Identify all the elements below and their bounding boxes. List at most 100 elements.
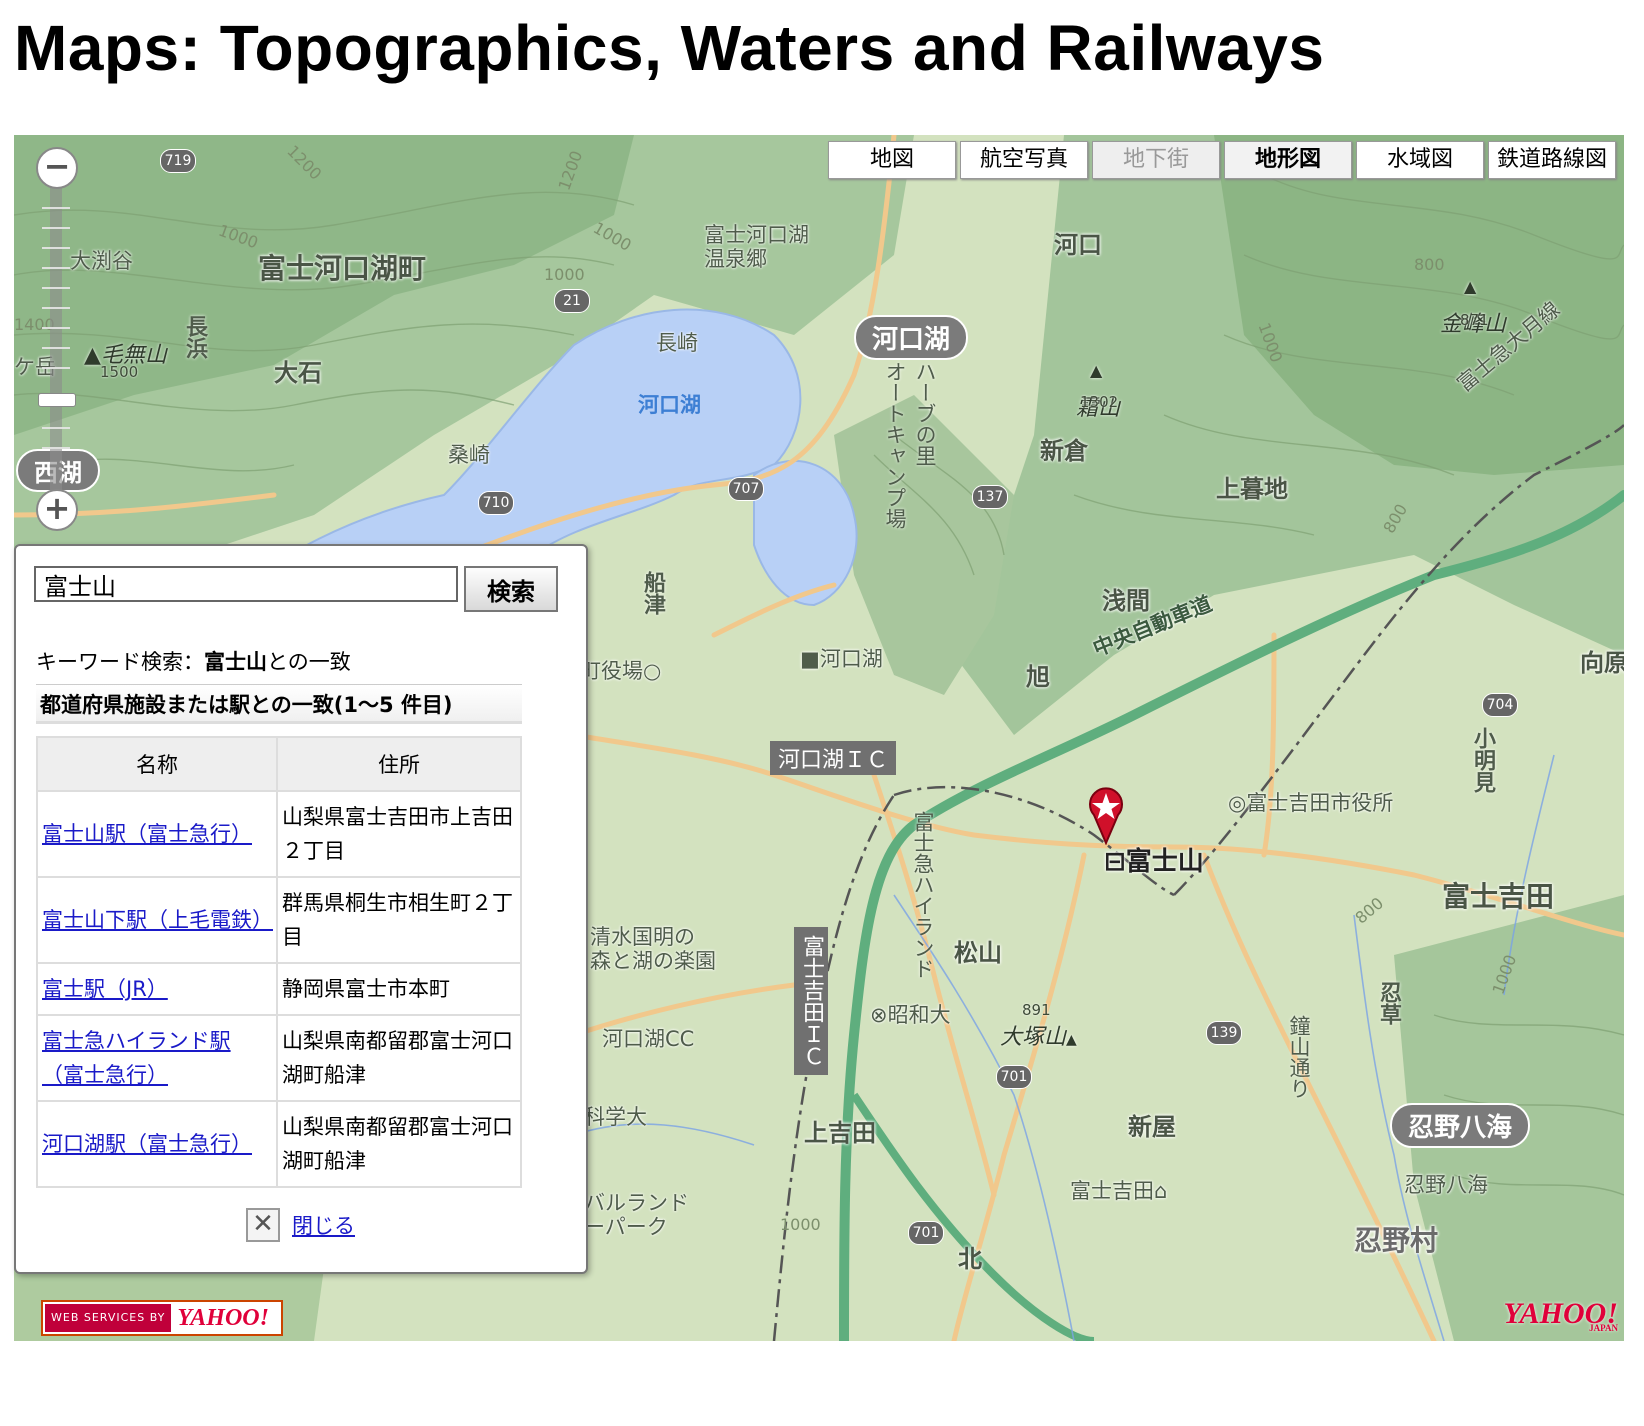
zoom-tick (42, 227, 70, 229)
zoom-out-button[interactable]: − (36, 147, 78, 189)
station-label: ■河口湖 (800, 647, 883, 671)
result-name-cell: 富士山下駅（上毛電鉄） (36, 876, 278, 964)
search-summary-prefix: キーワード検索： (36, 650, 204, 674)
town-label: 富士吉田 (1442, 880, 1555, 913)
page-title: Maps: Topographics, Waters and Railways (14, 12, 1325, 84)
close-link[interactable]: 閉じる (292, 1210, 355, 1240)
place-label: 大石 (274, 359, 322, 387)
table-row: 富士山下駅（上毛電鉄） 群馬県桐生市相生町２丁目 (36, 876, 522, 964)
zoom-control: − + (36, 147, 78, 531)
town-label: 松山 (954, 939, 1002, 967)
result-link[interactable]: 富士山下駅（上毛電鉄） (42, 908, 273, 932)
tab-aerial[interactable]: 航空写真 (960, 141, 1088, 179)
zoom-slider-handle[interactable] (38, 393, 76, 407)
results-table: 名称 住所 富士山駅（富士急行） 山梨県富士吉田市上吉田２丁目 富士山下駅（上毛… (36, 736, 522, 1188)
route-shield: 701 (908, 1221, 944, 1245)
badge-prefix: WEB SERVICES BY (45, 1304, 172, 1332)
badge-brand: YAHOO! (177, 1304, 269, 1331)
yahoo-logo: YAHOO! JAPAN (1504, 1297, 1618, 1333)
zoom-rail[interactable] (50, 177, 62, 497)
result-section-heading: 都道府県施設または駅との一致(1〜5 件目) (36, 684, 522, 724)
town-label: 向原 (1580, 649, 1624, 677)
zoom-tick (42, 427, 70, 429)
search-input[interactable] (34, 566, 458, 602)
result-name-cell: 富士駅（JR） (36, 962, 278, 1016)
contour-label: 800 (1414, 255, 1445, 274)
place-label: 大渕谷 (70, 249, 133, 273)
town-label: 富士河口湖町 (258, 252, 427, 285)
search-summary-keyword: 富士山 (204, 650, 267, 674)
route-shield: 701 (996, 1065, 1032, 1089)
town-label: 新屋 (1128, 1113, 1176, 1141)
zoom-tick (42, 247, 70, 249)
village-label: 忍野村 (1354, 1224, 1439, 1257)
onsen-label: 富士河口湖 温泉郷 (704, 223, 809, 271)
place-label: 富士吉田⌂ (1070, 1179, 1168, 1203)
web-services-badge[interactable]: WEB SERVICES BY YAHOO! (41, 1300, 283, 1336)
location-pin-icon[interactable] (1084, 785, 1128, 845)
map-type-tabs: 地図 航空写真 地下街 地形図 水域図 鉄道路線図 (828, 141, 1616, 179)
tab-topographic[interactable]: 地形図 (1224, 141, 1352, 179)
route-shield: 704 (1482, 693, 1518, 717)
table-row: 富士急ハイランド駅（富士急行） 山梨県南都留郡富士河口湖町船津 (36, 1014, 522, 1102)
place-name: ハーブの里 オートキャンプ場 (883, 361, 937, 529)
lake-label: 河口湖 (638, 393, 701, 417)
result-name-cell: 河口湖駅（富士急行） (36, 1100, 278, 1188)
zoom-tick (42, 267, 70, 269)
town-label: 新倉 (1040, 437, 1088, 465)
town-label: 浅間 (1102, 587, 1150, 615)
route-shield: 139 (1206, 1021, 1242, 1045)
result-address-cell: 山梨県南都留郡富士河口湖町船津 (276, 1014, 522, 1102)
route-shield: 137 (972, 485, 1008, 509)
zoom-tick (42, 347, 70, 349)
station-name: 富士山 (1125, 847, 1204, 877)
zoom-tick (42, 447, 70, 449)
contour-label: 1000 (544, 265, 585, 284)
place-label: 清水国明の 森と湖の楽園 (590, 925, 716, 973)
town-label: 上吉田 (804, 1119, 876, 1147)
result-address-cell: 山梨県富士吉田市上吉田２丁目 (276, 790, 522, 878)
tab-underground[interactable]: 地下街 (1092, 141, 1220, 179)
zoom-tick (42, 207, 70, 209)
place-label: 忍草 (1376, 981, 1401, 1025)
table-row: 富士駅（JR） 静岡県富士市本町 (36, 962, 522, 1016)
contour-label: 1000 (780, 1215, 821, 1234)
area-pill-oshino: 忍野八海 (1390, 1103, 1531, 1148)
result-address-cell: 山梨県南都留郡富士河口湖町船津 (276, 1100, 522, 1188)
place-label: 長崎 (656, 331, 698, 355)
place-name: 町役場 (580, 659, 643, 683)
peak-elevation: 1500 (100, 363, 139, 381)
place-label: ハーブの里 オートキャンプ場 (880, 361, 940, 529)
route-shield: 719 (160, 149, 196, 173)
result-link[interactable]: 河口湖駅（富士急行） (42, 1132, 252, 1156)
peak-label: ▲ 金峰山 (1440, 277, 1507, 337)
result-address-cell: 群馬県桐生市相生町２丁目 (276, 876, 522, 964)
place-label: 長浜 (182, 315, 207, 359)
result-address-cell: 静岡県富士市本町 (276, 962, 522, 1016)
zoom-tick (42, 307, 70, 309)
place-label: 北 (958, 1245, 982, 1273)
zoom-tick (42, 327, 70, 329)
table-row: 富士山駅（富士急行） 山梨県富士吉田市上吉田２丁目 (36, 790, 522, 878)
table-header-row: 名称 住所 (36, 736, 522, 792)
result-link[interactable]: 富士駅（JR） (42, 977, 168, 1001)
peak-name: 大塚山 (1000, 1025, 1067, 1050)
route-shield: 21 (554, 289, 590, 313)
place-label: 町役場○ (580, 659, 662, 683)
tab-water[interactable]: 水域図 (1356, 141, 1484, 179)
place-label: 桑崎 (448, 443, 490, 467)
tab-railway[interactable]: 鉄道路線図 (1488, 141, 1616, 179)
result-link[interactable]: 富士急ハイランド駅（富士急行） (42, 1029, 231, 1087)
place-label: 鐘山通り (1287, 1015, 1311, 1099)
station-label: ⊟富士山 (1104, 847, 1204, 877)
zoom-tick (42, 287, 70, 289)
result-link[interactable]: 富士山駅（富士急行） (42, 822, 252, 846)
close-control: ✕ 閉じる (246, 1208, 355, 1242)
search-button[interactable]: 検索 (464, 566, 558, 612)
result-name-cell: 富士急ハイランド駅（富士急行） (36, 1014, 278, 1102)
close-icon[interactable]: ✕ (246, 1208, 280, 1242)
tab-map[interactable]: 地図 (828, 141, 956, 179)
place-label: ⊗昭和大 (870, 1003, 951, 1027)
column-header-address: 住所 (276, 736, 522, 792)
zoom-in-button[interactable]: + (36, 489, 78, 531)
